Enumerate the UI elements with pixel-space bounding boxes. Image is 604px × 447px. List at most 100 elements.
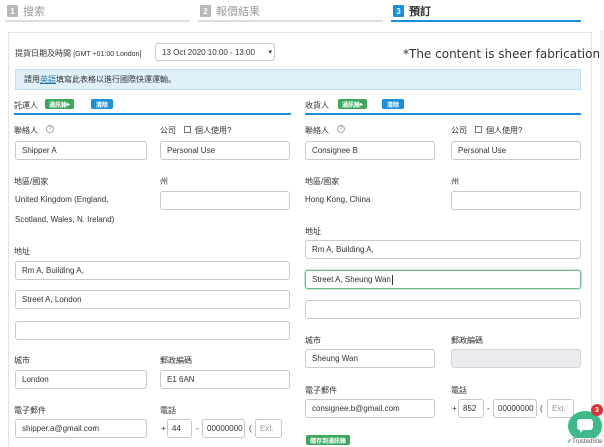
receiver-email-input[interactable]: consignee.b@gmail.com	[305, 399, 435, 418]
button-label: 清除	[96, 102, 109, 109]
button-label: 清除	[387, 102, 400, 109]
sender-clear-button[interactable]: 清除	[91, 99, 114, 109]
receiver-contact-label: 聯絡人	[305, 126, 329, 135]
input-value: Rm A, Building A,	[312, 245, 374, 254]
input-value: Consignee B	[312, 146, 358, 155]
step-booking[interactable]: 3 預訂	[393, 2, 431, 20]
step-quote-results[interactable]: 2 報價結果	[200, 2, 260, 20]
receiver-address-book-button[interactable]: 通訊錄 ▸	[338, 99, 368, 109]
sender-postal-input[interactable]: E1 6AN	[160, 370, 290, 389]
sender-contact-label: 聯絡人	[14, 126, 38, 135]
sender-address-line1-input[interactable]: Rm A, Building A,	[15, 261, 290, 280]
sender-address-line3-input[interactable]	[15, 321, 290, 340]
phone-dash: -	[196, 424, 199, 433]
help-icon[interactable]: ?	[46, 125, 54, 133]
pickup-label-text: 提貨日期及時間	[15, 49, 71, 58]
input-value: 852	[463, 404, 477, 413]
receiver-region-value: Hong Kong, China	[305, 195, 371, 204]
receiver-address-line1-input[interactable]: Rm A, Building A,	[305, 240, 581, 259]
input-value: 00000000	[207, 424, 243, 433]
chevron-down-icon: ▾	[268, 49, 272, 56]
sender-state-input[interactable]	[160, 191, 290, 210]
chat-bubble-icon	[577, 419, 593, 433]
sender-phone-ext-input[interactable]: Ext.	[255, 419, 282, 438]
step-divider	[198, 20, 383, 22]
receiver-region-label: 地區/國家	[305, 177, 340, 186]
phone-plus: +	[161, 424, 166, 433]
sender-region-value: United Kingdom (England, Scotland, Wales…	[15, 190, 114, 230]
receiver-address-label: 地址	[305, 227, 321, 236]
input-placeholder: Ext.	[260, 424, 274, 433]
step-search[interactable]: 1 搜索	[7, 2, 45, 20]
sender-email-input[interactable]: shipper.a@gmail.com	[15, 419, 147, 438]
english-link[interactable]: 英語	[40, 74, 56, 85]
receiver-company-input[interactable]: Personal Use	[451, 141, 581, 160]
receiver-email-label: 電子郵件	[305, 386, 337, 395]
scrollbar[interactable]	[600, 30, 604, 446]
input-value: London	[22, 375, 49, 384]
sender-postal-label: 郵政編碼	[160, 356, 192, 365]
receiver-save-to-address-book-button[interactable]: 儲存到通訊錄	[306, 435, 351, 445]
sender-region-label: 地區/國家	[14, 177, 49, 186]
progress-steps: 1 搜索 2 報價結果 3 預訂	[0, 0, 604, 26]
sender-phone-code-input[interactable]: 44	[167, 419, 192, 438]
step-divider-active	[391, 20, 581, 22]
english-notice: 請用 英語 填寫此表格以進行國際快運運輸。	[15, 69, 581, 90]
receiver-contact-input[interactable]: Consignee B	[305, 141, 435, 160]
phone-paren: (	[540, 404, 543, 413]
notice-suffix: 填寫此表格以進行國際快運運輸。	[56, 75, 176, 84]
pickup-label: 提貨日期及時間 [GMT +01:00 London]	[15, 48, 141, 59]
receiver-phone-code-input[interactable]: 852	[458, 399, 484, 418]
input-placeholder: Ext.	[552, 404, 566, 413]
sender-company-label: 公司	[160, 126, 176, 135]
sender-personal-use-checkbox[interactable]	[184, 126, 191, 133]
button-label: 通訊錄	[49, 102, 68, 109]
step-number: 1	[7, 5, 18, 17]
sender-title: 託運人	[14, 101, 38, 110]
receiver-state-input[interactable]	[451, 191, 581, 210]
step-number: 2	[200, 5, 211, 17]
sender-city-input[interactable]: London	[15, 370, 147, 389]
help-icon[interactable]: ?	[337, 125, 345, 133]
input-value: Rm A, Building A,	[22, 266, 84, 275]
region-line: Scotland, Wales, N. Ireland)	[15, 215, 115, 224]
sender-city-label: 城市	[14, 356, 30, 365]
receiver-postal-input	[451, 349, 581, 368]
receiver-phone-ext-input[interactable]: Ext.	[547, 399, 574, 418]
receiver-address-line3-input[interactable]	[305, 300, 581, 319]
receiver-city-label: 城市	[305, 336, 321, 345]
sender-contact-input[interactable]: Shipper A	[15, 141, 147, 160]
button-label: 通訊錄	[342, 102, 361, 109]
receiver-city-input[interactable]: Sheung Wan	[305, 349, 435, 368]
input-value: E1 6AN	[167, 375, 195, 384]
receiver-address-line2-input[interactable]: Street A, Sheung Wan	[305, 270, 581, 289]
step-label: 搜索	[23, 6, 45, 18]
step-label: 報價結果	[216, 6, 260, 18]
trusted-site-label: TrustedSite	[572, 439, 603, 445]
button-label: 儲存到通訊錄	[310, 438, 347, 445]
text-cursor	[391, 274, 393, 285]
sender-phone-number-input[interactable]: 00000000	[202, 419, 245, 438]
region-line: United Kingdom (England,	[15, 195, 109, 204]
input-value: Sheung Wan	[312, 354, 358, 363]
receiver-postal-label: 郵政編碼	[451, 336, 483, 345]
step-number: 3	[393, 5, 404, 17]
receiver-divider	[305, 113, 581, 115]
sender-email-label: 電子郵件	[14, 406, 46, 415]
sender-address-book-button[interactable]: 通訊錄 ▸	[45, 99, 75, 109]
input-value: Personal Use	[167, 146, 216, 155]
receiver-personal-use-checkbox[interactable]	[475, 126, 482, 133]
input-value: Personal Use	[458, 146, 507, 155]
receiver-state-label: 州	[451, 177, 459, 186]
pickup-time-value: 13 Oct 2020 10:00 - 13:00	[162, 47, 255, 57]
sender-personal-use-label: 個人使用?	[195, 126, 232, 135]
trusted-site-badge[interactable]: ✔TrustedSite	[567, 438, 603, 445]
receiver-clear-button[interactable]: 清除	[382, 99, 405, 109]
sender-phone-label: 電話	[160, 406, 176, 415]
sender-address-line2-input[interactable]: Street A, London	[15, 290, 290, 309]
sender-company-input[interactable]: Personal Use	[160, 141, 290, 160]
step-divider	[5, 20, 190, 22]
pickup-time-select[interactable]: 13 Oct 2020 10:00 - 13:00 ▾	[155, 43, 275, 61]
disclaimer-text: *The content is sheer fabrication	[403, 47, 601, 61]
receiver-phone-number-input[interactable]: 00000000	[493, 399, 537, 418]
